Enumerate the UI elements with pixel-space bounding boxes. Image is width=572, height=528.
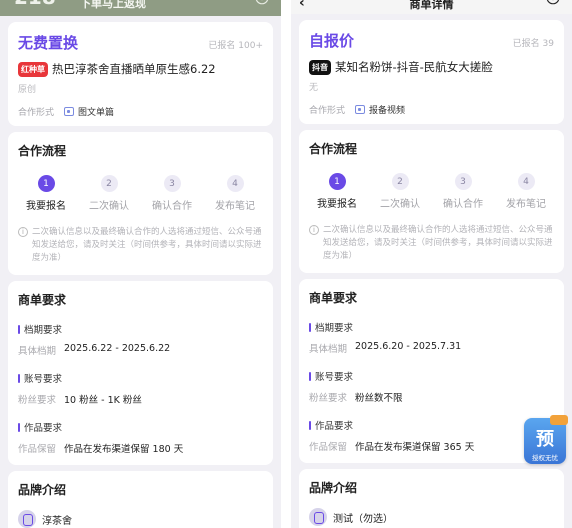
step-1: 1 我要报名 [311,173,363,210]
right-panel: ‹ 商单详情 ⦿ 自报价 已报名 39 抖音 某知名粉饼-抖音-民航女大搓脸 无… [291,0,572,528]
flow-card: 合作流程 1 我要报名 2 二次确认 3 确认合作 4 发布笔记 i 二次确认信… [8,132,273,275]
step-number: 4 [226,175,244,192]
requirements-title: 商单要求 [18,293,67,307]
banner-number: 218 [14,0,56,7]
step-number: 4 [517,173,535,190]
req-row: 作品保留 作品在发布渠道保留 365 天 [309,442,475,453]
platform-tag: 抖音 [309,59,331,75]
brand-logo-icon [18,510,36,528]
video-doc-icon [355,105,366,114]
step-number: 3 [454,173,472,190]
form-value: 图文单篇 [78,108,115,118]
flow-title: 合作流程 [309,142,358,156]
order-header-card: 自报价 已报名 39 抖音 某知名粉饼-抖音-民航女大搓脸 无 合作形式 报备视… [299,20,564,124]
step-number: 1 [37,175,55,192]
badge-sub-text: 授权无忧 [532,454,558,462]
brand-title: 品牌介绍 [18,483,67,497]
req-row: 粉丝要求 10 粉丝 - 1K 粉丝 [18,395,142,406]
price-label: 无费置换 [18,34,79,52]
info-icon: i [309,225,319,235]
brand-card: 品牌介绍 淳茶舍 [8,471,273,528]
order-title: 热巴淳茶舍直播晒单原生感6.22 [52,62,216,76]
page-title: 商单详情 [409,0,454,11]
step-label: 二次确认 [380,199,420,210]
order-subtitle: 无 [309,83,319,93]
brand-row[interactable]: 测试（勿选） [309,508,554,526]
step-label: 确认合作 [152,201,192,212]
brand-logo-icon [309,508,327,526]
step-3: 3 确认合作 [437,173,489,210]
step-number: 3 [163,175,181,192]
price-label: 自报价 [309,32,355,50]
step-1: 1 我要报名 [20,175,72,212]
requirements-title: 商单要求 [309,291,358,305]
step-4: 4 发布笔记 [209,175,261,212]
signup-count: 已报名 100+ [208,41,263,51]
top-bar: ‹ 商单详情 ⦿ [291,0,572,14]
step-number: 2 [100,175,118,192]
brand-row[interactable]: 淳茶舍 [18,510,263,528]
flow-info: i 二次确认信息以及最终确认合作的人选将通过短信、公众号通知发送给您，请及时关注… [309,224,554,263]
req-head: 档期要求 [18,322,263,336]
req-row: 具体档期 2025.6.20 - 2025.7.31 [309,341,462,355]
banner-text: 下单马上返现 [80,0,146,10]
signup-count: 已报名 39 [512,39,554,49]
req-head: 作品要求 [18,420,263,434]
step-4: 4 发布笔记 [500,173,552,210]
step-3: 3 确认合作 [146,175,198,212]
requirements-card: 商单要求 档期要求 具体档期 2025.6.22 - 2025.6.22 账号要… [8,281,273,465]
image-doc-icon [64,107,75,116]
left-panel: 218 下单马上返现 ⦿ 无费置换 已报名 100+ 红种草 热巴淳茶舍直播晒单… [0,0,281,528]
step-label: 发布笔记 [506,199,546,210]
chevron-left-icon[interactable]: ‹ [299,0,305,10]
order-header-card: 无费置换 已报名 100+ 红种草 热巴淳茶舍直播晒单原生感6.22 原创 合作… [8,22,273,126]
req-head: 账号要求 [18,371,263,385]
step-label: 发布笔记 [215,201,255,212]
flow-info: i 二次确认信息以及最终确认合作的人选将通过短信、公众号通知发送给您，请及时关注… [18,226,263,265]
order-subtitle: 原创 [18,85,37,95]
req-row: 粉丝要求 粉丝数不限 [309,393,403,404]
step-label: 我要报名 [317,199,357,210]
flow-steps: 1 我要报名 2 二次确认 3 确认合作 4 发布笔记 [309,173,554,210]
info-icon: i [18,227,28,237]
step-number: 2 [391,173,409,190]
brand-name: 淳茶舍 [42,515,72,527]
step-label: 二次确认 [89,201,129,212]
flow-title: 合作流程 [18,144,67,158]
form-value: 报备视频 [369,106,406,116]
more-circle-icon[interactable]: ⦿ [546,0,560,6]
flow-info-text: 二次确认信息以及最终确认合作的人选将通过短信、公众号通知发送给您，请及时关注（时… [323,225,553,261]
step-2: 2 二次确认 [374,173,426,210]
req-row: 作品保留 作品在发布渠道保留 180 天 [18,444,184,455]
order-title: 某知名粉饼-抖音-民航女大搓脸 [335,60,493,74]
req-row: 具体档期 2025.6.22 - 2025.6.22 [18,343,171,357]
top-bar: 218 下单马上返现 ⦿ [0,0,281,16]
platform-tag: 红种草 [18,61,48,77]
step-2: 2 二次确认 [83,175,135,212]
req-head: 作品要求 [309,418,554,432]
form-label: 合作形式 [18,108,55,118]
more-circle-icon[interactable]: ⦿ [255,0,269,6]
flow-steps: 1 我要报名 2 二次确认 3 确认合作 4 发布笔记 [18,175,263,212]
flow-card: 合作流程 1 我要报名 2 二次确认 3 确认合作 4 发布笔记 i 二次确认信… [299,130,564,273]
brand-name: 测试（勿选） [333,513,393,525]
brand-card: 品牌介绍 测试（勿选） [299,469,564,528]
step-label: 确认合作 [443,199,483,210]
req-head: 档期要求 [309,320,554,334]
flow-info-text: 二次确认信息以及最终确认合作的人选将通过短信、公众号通知发送给您，请及时关注（时… [32,227,262,263]
req-head: 账号要求 [309,369,554,383]
step-number: 1 [328,173,346,190]
preorder-badge-button[interactable]: 预 授权无忧 [524,415,568,464]
brand-title: 品牌介绍 [309,481,358,495]
step-label: 我要报名 [26,201,66,212]
form-label: 合作形式 [309,106,346,116]
badge-main-text: 预 [536,429,554,450]
